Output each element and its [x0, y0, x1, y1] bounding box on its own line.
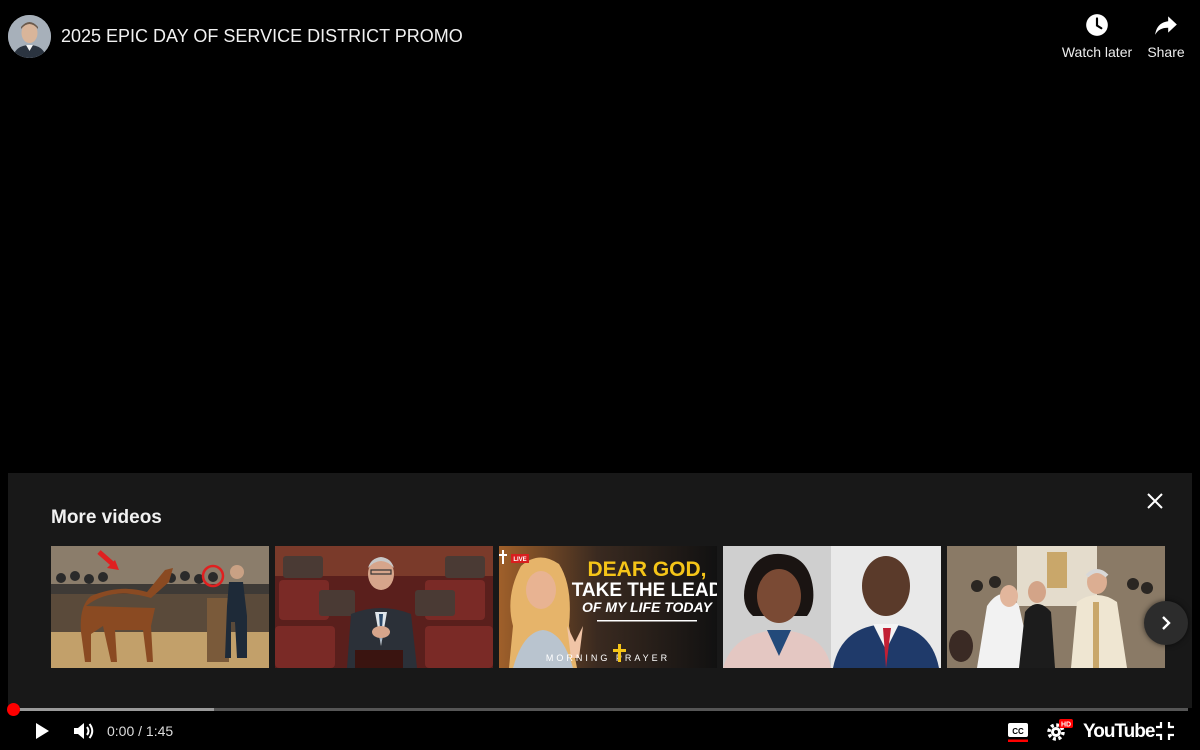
- share-arrow-icon: [1155, 16, 1177, 35]
- next-videos-button[interactable]: [1144, 601, 1188, 645]
- exit-fullscreen-icon: [1156, 722, 1174, 740]
- progress-loaded: [12, 708, 215, 711]
- closed-captions-icon: CC: [1008, 723, 1028, 742]
- player-controls: 0:00 / 1:45 CC HD YouTube: [0, 713, 1200, 750]
- clock-icon: [1086, 14, 1108, 36]
- youtube-logo[interactable]: YouTube: [1083, 721, 1155, 743]
- share-button[interactable]: Share: [1126, 12, 1200, 68]
- svg-text:CC: CC: [1012, 727, 1024, 736]
- chevron-right-icon: [1162, 616, 1171, 630]
- exit-fullscreen-button[interactable]: [1153, 719, 1177, 748]
- channel-avatar[interactable]: [8, 15, 51, 58]
- close-icon: [1147, 493, 1163, 509]
- subtitles-button[interactable]: CC: [1006, 719, 1030, 748]
- watch-later-label: Watch later: [1061, 44, 1133, 60]
- video-thumbnail-horse-auction[interactable]: [51, 546, 269, 668]
- close-more-videos-button[interactable]: [1145, 491, 1165, 511]
- watch-later-button[interactable]: Watch later: [1057, 12, 1137, 68]
- live-badge: LIVE: [513, 557, 526, 563]
- prayer-line-3: OF MY LIFE TODAY: [582, 599, 714, 615]
- play-button[interactable]: [30, 719, 54, 748]
- more-videos-panel: More videos LIVE DEAR GOD, TAKE THE LEAD…: [8, 473, 1192, 708]
- video-thumbnail-morning-prayer[interactable]: LIVE DEAR GOD, TAKE THE LEAD OF MY LIFE …: [499, 546, 717, 668]
- prayer-footer: MORNING PRAYER: [546, 653, 670, 663]
- volume-button[interactable]: [71, 719, 97, 748]
- time-display: 0:00 / 1:45: [107, 723, 174, 739]
- video-thumbnail-interview[interactable]: [723, 546, 941, 668]
- top-bar: 2025 EPIC DAY OF SERVICE DISTRICT PROMO …: [0, 0, 1200, 80]
- more-videos-title: More videos: [51, 507, 162, 528]
- volume-icon: [74, 723, 94, 739]
- video-thumbnail-senate-speech[interactable]: [275, 546, 493, 668]
- hd-badge: HD: [1061, 722, 1071, 729]
- prayer-line-2: TAKE THE LEAD: [572, 580, 717, 601]
- gear-icon: HD: [1047, 719, 1073, 741]
- play-icon: [36, 723, 49, 739]
- video-title[interactable]: 2025 EPIC DAY OF SERVICE DISTRICT PROMO: [61, 26, 463, 47]
- prayer-line-1: DEAR GOD,: [587, 558, 706, 581]
- settings-button[interactable]: HD: [1044, 719, 1074, 748]
- progress-bar[interactable]: [7, 703, 1188, 716]
- share-label: Share: [1147, 44, 1185, 60]
- video-thumbnail-wedding[interactable]: [947, 546, 1165, 668]
